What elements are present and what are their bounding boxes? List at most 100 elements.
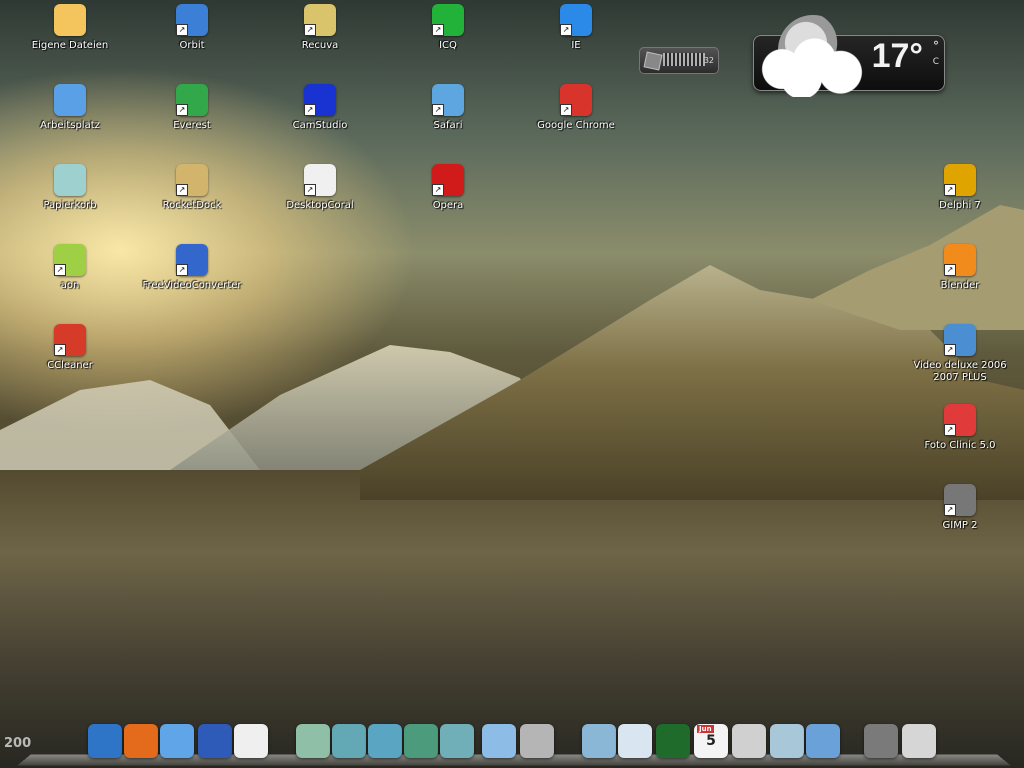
gimp-icon: ↗ (944, 484, 976, 516)
shortcut-arrow-icon: ↗ (304, 24, 316, 36)
desktop-icon-video-deluxe-2006-2007-plus[interactable]: ↗ Video deluxe 2006 2007 PLUS (904, 324, 1016, 396)
desktop-icon-foto-clinic-5-0[interactable]: ↗ Foto Clinic 5.0 (904, 404, 1016, 476)
firefox-icon[interactable] (124, 724, 158, 758)
folder-dock-icon[interactable] (332, 724, 366, 758)
compass-icon: ↗ (432, 84, 464, 116)
desktop-icon-gimp-2[interactable]: ↗ GIMP 2 (904, 484, 1016, 556)
delphi-icon: ↗ (944, 164, 976, 196)
download-icon: ↗ (176, 4, 208, 36)
calendar-icon[interactable]: 5 Jun (694, 724, 728, 758)
notepad-icon[interactable] (234, 724, 268, 758)
desktop-icon-desktopcoral[interactable]: ↗ DesktopCoral (264, 164, 376, 236)
aon-icon: ↗ (54, 244, 86, 276)
shortcut-arrow-icon: ↗ (304, 104, 316, 116)
shortcut-arrow-icon: ↗ (432, 104, 444, 116)
desktop-icon-camstudio[interactable]: ↗ CamStudio (264, 84, 376, 156)
folder-dock-icon[interactable] (296, 724, 330, 758)
desktop-screen: { "weather": { "temperature": "17°", "un… (0, 0, 1024, 768)
folder-dock-icon[interactable] (404, 724, 438, 758)
desktop-icon-label: Everest (173, 120, 211, 131)
ie-icon: ↗ (560, 4, 592, 36)
desktop-icon-label: aon (60, 280, 80, 291)
desktop-icons: Eigene Dateien ↗ Orbit ↗ Recuva ↗ ICQ ↗ IE Arbeit… (0, 0, 1024, 768)
desktop-icon-rocketdock[interactable]: ↗ RocketDock (136, 164, 248, 236)
shortcut-arrow-icon: ↗ (54, 264, 66, 276)
desktop-icon-everest[interactable]: ↗ Everest (136, 84, 248, 156)
desktop-icon-label: Papierkorb (43, 200, 97, 211)
desktop-icon-icq[interactable]: ↗ ICQ (392, 4, 504, 76)
desktop-icon-label: GIMP 2 (942, 520, 978, 531)
printer-icon[interactable] (864, 724, 898, 758)
desktop-icon-orbit[interactable]: ↗ Orbit (136, 4, 248, 76)
desktop-icon-label: Orbit (179, 40, 205, 51)
shortcut-arrow-icon: ↗ (176, 264, 188, 276)
desktop-icon-eigene-dateien[interactable]: Eigene Dateien (14, 4, 126, 76)
foto-clinic-icon: ↗ (944, 404, 976, 436)
messenger-icon[interactable] (582, 724, 616, 758)
itunes-icon[interactable] (160, 724, 194, 758)
folder-dock-icon[interactable] (368, 724, 402, 758)
desktop-icon-safari[interactable]: ↗ Safari (392, 84, 504, 156)
desktop-icon-label: RocketDock (162, 200, 222, 211)
desktop-icon-label: Recuva (301, 40, 339, 51)
control-panel-icon[interactable] (618, 724, 652, 758)
desktop-icon-opera[interactable]: ↗ Opera (392, 164, 504, 236)
grid-icon[interactable] (902, 724, 936, 758)
desktop-icon-delphi-7[interactable]: ↗ Delphi 7 (904, 164, 1016, 236)
desktop-icon-ie[interactable]: ↗ IE (520, 4, 632, 76)
shortcut-arrow-icon: ↗ (560, 24, 572, 36)
desktop-icon-label: Foto Clinic 5.0 (924, 440, 996, 451)
shortcut-arrow-icon: ↗ (54, 344, 66, 356)
camera-icon: ↗ (304, 84, 336, 116)
desktop-icon-label: ICQ (439, 40, 457, 51)
opera-icon: ↗ (432, 164, 464, 196)
shortcut-arrow-icon: ↗ (944, 344, 956, 356)
desktop-icon-google-chrome[interactable]: ↗ Google Chrome (520, 84, 632, 156)
screen-icon[interactable] (806, 724, 840, 758)
desktop-icon-label: FreeVideoConverter (142, 280, 242, 291)
flower-icon: ↗ (432, 4, 464, 36)
tool-icon[interactable] (520, 724, 554, 758)
desktop-icon-blender[interactable]: ↗ Blender (904, 244, 1016, 316)
desktop-icon-label: Delphi 7 (939, 200, 981, 211)
folder-icon (54, 4, 86, 36)
desktop-icon-label: DesktopCoral (286, 200, 354, 211)
desktop-icon-label: Blender (940, 280, 980, 291)
desktop-icon-label: IE (571, 40, 581, 51)
recovery-icon: ↗ (304, 4, 336, 36)
shortcut-arrow-icon: ↗ (944, 264, 956, 276)
desktop-icon-label: Google Chrome (537, 120, 615, 131)
monitor-icon[interactable] (656, 724, 690, 758)
windows-icon[interactable] (88, 724, 122, 758)
recycle-bin-icon (54, 164, 86, 196)
desktop-icon-ccleaner[interactable]: ↗ CCleaner (14, 324, 126, 396)
calendar-month: Jun (697, 725, 714, 733)
desktop-icon-aon[interactable]: ↗ aon (14, 244, 126, 316)
clock-icon[interactable] (732, 724, 766, 758)
rocketdock: 5 Jun (0, 722, 1024, 768)
shortcut-arrow-icon: ↗ (944, 504, 956, 516)
ccleaner-icon: ↗ (54, 324, 86, 356)
shortcut-arrow-icon: ↗ (432, 184, 444, 196)
shortcut-arrow-icon: ↗ (176, 24, 188, 36)
video-convert-icon: ↗ (176, 244, 208, 276)
desktop-icon-label: Video deluxe 2006 2007 PLUS (913, 360, 1007, 383)
word-icon[interactable] (198, 724, 232, 758)
network-icon[interactable] (482, 724, 516, 758)
desktop-icon-recuva[interactable]: ↗ Recuva (264, 4, 376, 76)
trash-icon[interactable] (770, 724, 804, 758)
desktop-icon-arbeitsplatz[interactable]: Arbeitsplatz (14, 84, 126, 156)
desktop-icon-label: CamStudio (292, 120, 348, 131)
shortcut-arrow-icon: ↗ (304, 184, 316, 196)
desktop-icon-label: Safari (433, 120, 463, 131)
desktop-icon-papierkorb[interactable]: Papierkorb (14, 164, 126, 236)
desktop-icon-label: CCleaner (47, 360, 93, 371)
info-icon: ↗ (176, 84, 208, 116)
shortcut-arrow-icon: ↗ (560, 104, 572, 116)
rocketdock-icon: ↗ (176, 164, 208, 196)
desktop-icon-freevideoconverter[interactable]: ↗ FreeVideoConverter (136, 244, 248, 316)
shortcut-arrow-icon: ↗ (176, 104, 188, 116)
chrome-icon: ↗ (560, 84, 592, 116)
computer-icon (54, 84, 86, 116)
folder-dock-icon[interactable] (440, 724, 474, 758)
